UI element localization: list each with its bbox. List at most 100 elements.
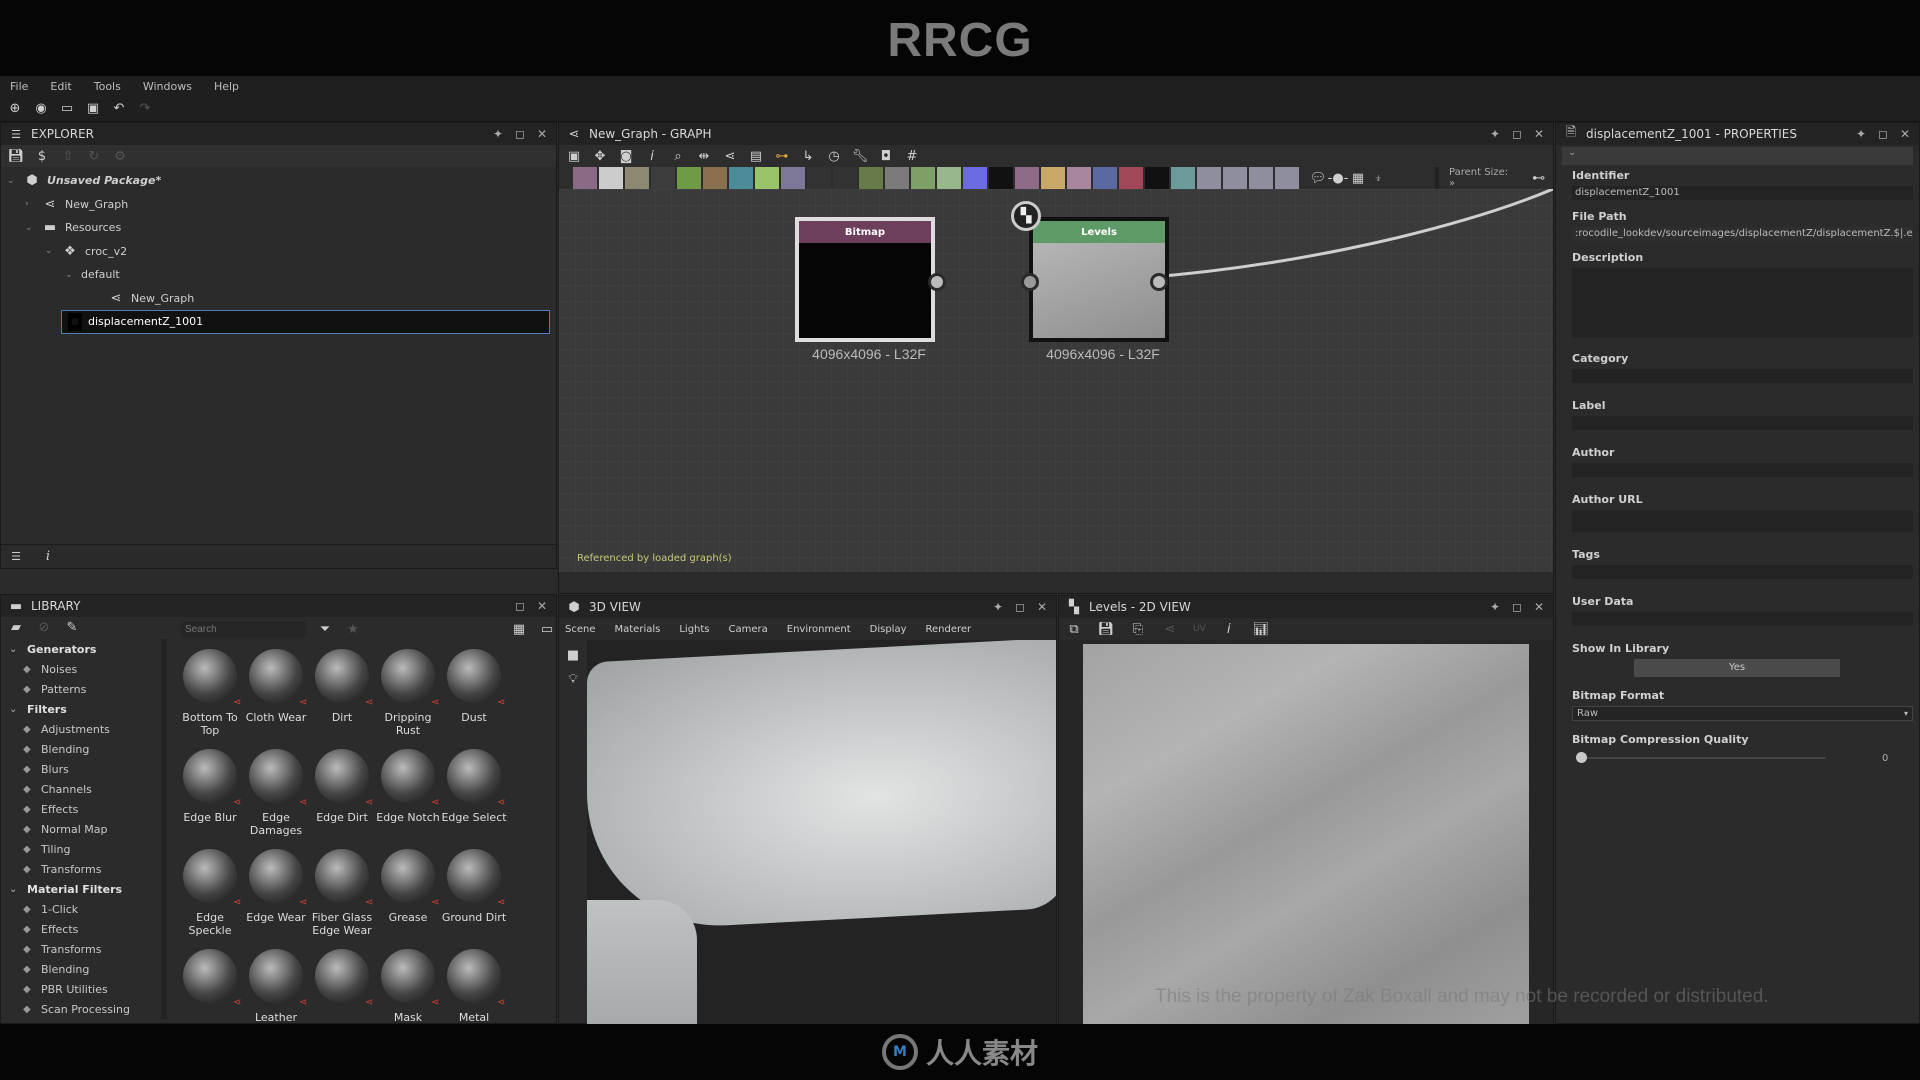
maximize-icon[interactable]: ◻ (1509, 600, 1525, 614)
menu-windows[interactable]: Windows (143, 80, 192, 93)
function-node-4-icon[interactable] (1275, 167, 1299, 189)
noise-node-icon[interactable] (989, 167, 1013, 189)
align-icon[interactable]: ↳ (799, 147, 817, 165)
favorite-icon[interactable]: ★ (344, 620, 362, 638)
save-as-icon[interactable]: $ (33, 147, 51, 165)
library-category-item[interactable]: ◆ PBR Utilities (9, 979, 161, 999)
menu-edit[interactable]: Edit (50, 80, 71, 93)
library-category-group[interactable]: ⌄ Material Filters (9, 879, 161, 899)
library-category-item[interactable]: ◆ Effects (9, 919, 161, 939)
circle-node-icon[interactable] (781, 167, 805, 189)
parent-size-dropdown[interactable]: Parent Size: » (1435, 167, 1512, 189)
library-item[interactable]: ⋖ Mask (375, 949, 441, 1021)
pan-icon[interactable]: ✥ (591, 147, 609, 165)
warning-node-icon[interactable] (1041, 167, 1065, 189)
levels-output-port[interactable] (1150, 273, 1168, 291)
view3d-menu-display[interactable]: Display (870, 624, 907, 635)
library-item[interactable]: ⋖ Edge Speckle (177, 849, 243, 949)
library-category-item[interactable]: ◆ Channels (9, 779, 161, 799)
tree-item-croc-v2[interactable]: ⌄ ❖ croc_v2 (7, 240, 550, 264)
tree-item-new-graph[interactable]: › ⋖ New_Graph (7, 193, 550, 217)
view3d-menu-environment[interactable]: Environment (787, 624, 851, 635)
transform-node-icon[interactable] (1093, 167, 1117, 189)
gradient-node-icon[interactable] (755, 167, 779, 189)
maximize-icon[interactable]: ◻ (512, 599, 528, 613)
view3d-menu-lights[interactable]: Lights (679, 624, 709, 635)
close-icon[interactable]: ✕ (534, 127, 550, 141)
levels-node-icon[interactable] (911, 167, 935, 189)
preview-icon[interactable]: ◘ (877, 147, 895, 165)
maximize-icon[interactable]: ◻ (1509, 127, 1525, 141)
curve-node-icon[interactable] (677, 167, 701, 189)
library-item[interactable]: ⋖ Leather (243, 949, 309, 1021)
tags-field[interactable] (1572, 565, 1913, 579)
view-2d-output-badge[interactable]: ▚ (1011, 201, 1041, 231)
close-icon[interactable]: ✕ (1034, 600, 1050, 614)
library-item[interactable]: ⋖ Dripping Rust (375, 649, 441, 749)
library-category-group[interactable]: ⌄ Generators (9, 639, 161, 659)
wrench-icon[interactable]: 🔧︎ (851, 147, 869, 165)
library-category-item[interactable]: ◆ Transforms (9, 859, 161, 879)
library-item[interactable]: ⋖ Edge Damages (243, 749, 309, 849)
tile-node-icon[interactable] (807, 167, 831, 189)
settings-icon[interactable]: ⚙ (111, 147, 129, 165)
library-item[interactable]: ⋖ Ground Dirt (441, 849, 507, 949)
user-data-field[interactable] (1572, 612, 1913, 626)
save-icon[interactable]: 💾︎ (7, 147, 25, 165)
warp-node-icon[interactable] (729, 167, 753, 189)
grid-view-icon[interactable]: ▦ (510, 620, 528, 638)
fit-view-icon[interactable]: ⧉ (1065, 620, 1083, 638)
frame-all-icon[interactable]: ▣ (565, 147, 583, 165)
library-category-item[interactable]: ◆ Adjustments (9, 719, 161, 739)
timer-icon[interactable]: ◷ (825, 147, 843, 165)
pin-icon[interactable]: ✦ (1853, 127, 1869, 141)
library-item[interactable]: ⋖ Edge Notch (375, 749, 441, 849)
menu-file[interactable]: File (10, 80, 28, 93)
label-field[interactable] (1572, 416, 1913, 430)
close-icon[interactable]: ✕ (1531, 600, 1547, 614)
frame-icon[interactable]: ▤ (747, 147, 765, 165)
search-icon[interactable]: ⌕ (669, 147, 687, 165)
author-field[interactable] (1572, 463, 1913, 477)
pin-icon[interactable]: ✦ (1487, 600, 1503, 614)
pattern-node-icon[interactable] (1171, 167, 1195, 189)
library-category-item[interactable]: ◆ Effects (9, 799, 161, 819)
compression-slider-handle[interactable] (1576, 752, 1587, 763)
light-icon[interactable]: 💡︎ (564, 670, 582, 688)
library-item[interactable]: ⋖ (309, 949, 375, 1021)
library-category-group[interactable]: ⌄ Filters (9, 699, 161, 719)
copy-icon[interactable]: ⎘ (1129, 620, 1147, 638)
publish-icon[interactable]: ⇧ (59, 147, 77, 165)
view3d-menu-camera[interactable]: Camera (729, 624, 768, 635)
bitmap-output-port[interactable] (928, 273, 946, 291)
library-item[interactable]: ⋖ Grease (375, 849, 441, 949)
open-folder-icon[interactable]: ▭ (58, 100, 76, 118)
histogram-node-icon[interactable] (937, 167, 961, 189)
tree-item-default[interactable]: ⌄ default (7, 263, 550, 287)
library-item[interactable]: ⋖ Dust (441, 649, 507, 749)
info-icon[interactable]: i (643, 147, 661, 165)
author-url-field[interactable] (1572, 510, 1913, 532)
library-item[interactable]: ⋖ Edge Dirt (309, 749, 375, 849)
library-item[interactable]: ⋖ Cloth Wear (243, 649, 309, 749)
function-node-3-icon[interactable] (1249, 167, 1273, 189)
tree-item-displacementz[interactable]: ▪ displacementZ_1001 (61, 310, 550, 334)
tree-item-resources[interactable]: ⌄ ▬ Resources (7, 216, 550, 240)
pin-node-icon[interactable]: ⍖ (1369, 169, 1387, 187)
view2d-viewport[interactable] (1059, 640, 1553, 1024)
view3d-menu-materials[interactable]: Materials (615, 624, 661, 635)
library-category-item[interactable]: ◆ Blending (9, 959, 161, 979)
frame-node-icon[interactable]: ▦ (1349, 169, 1367, 187)
tree-item-package[interactable]: ⌄ ⬢ Unsaved Package* (7, 169, 550, 193)
compression-slider-track[interactable] (1576, 752, 1826, 763)
blend-node-icon[interactable] (885, 167, 909, 189)
remove-icon[interactable]: ⊘ (35, 618, 53, 636)
library-item[interactable]: ⋖ Dirt (309, 649, 375, 749)
view3d-menu-scene[interactable]: Scene (565, 624, 596, 635)
library-search-input[interactable] (181, 621, 306, 637)
bitmap-node-icon[interactable] (573, 167, 597, 189)
connect-icon[interactable]: ⊶ (773, 147, 791, 165)
bitmap-node[interactable]: Bitmap 4096x4096 - L32F (795, 217, 935, 362)
library-category-item[interactable]: ◆ 1-Click (9, 899, 161, 919)
close-icon[interactable]: ✕ (1897, 127, 1913, 141)
